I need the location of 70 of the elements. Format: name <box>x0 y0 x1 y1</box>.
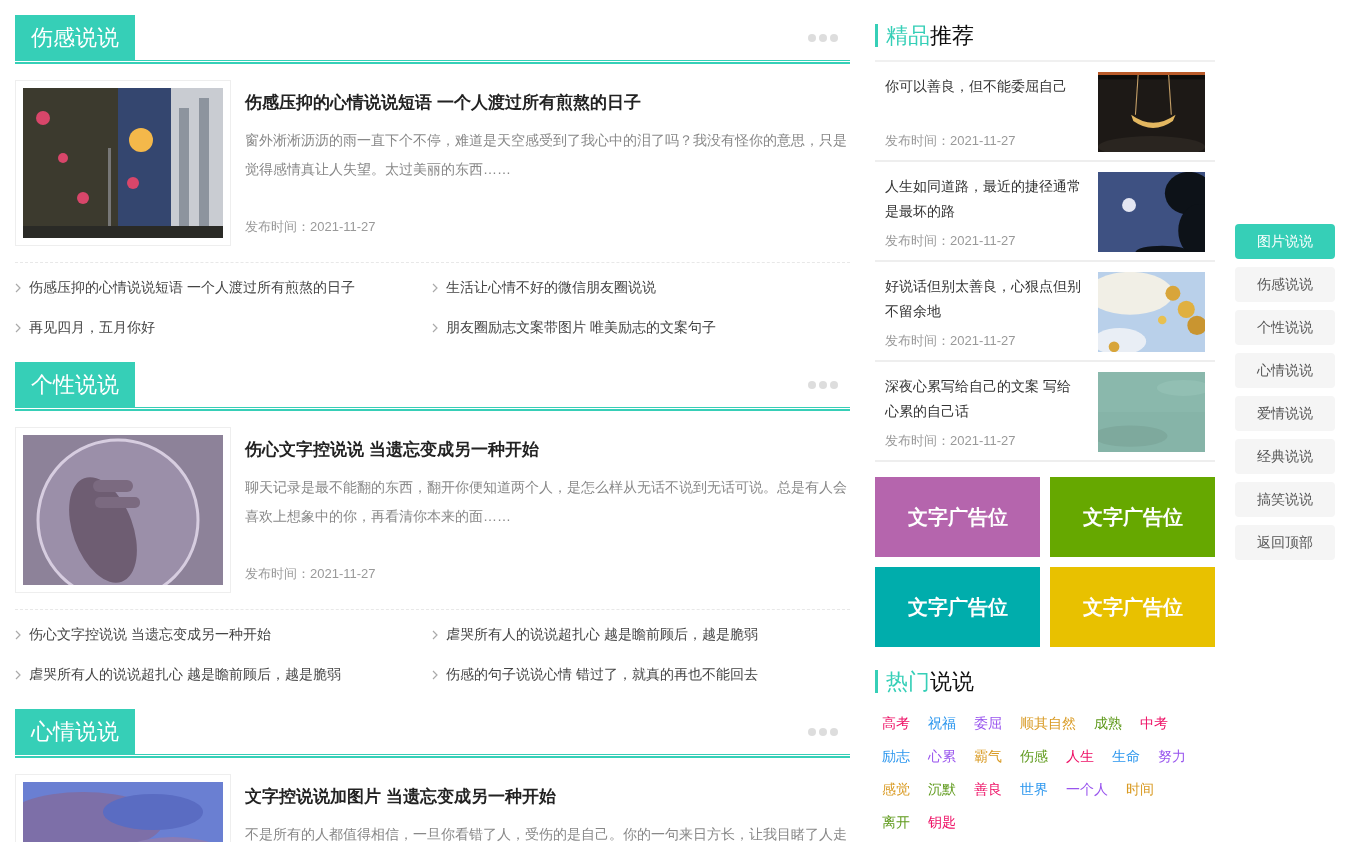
article-link[interactable]: 虐哭所有人的说说超扎心 越是瞻前顾后，越是脆弱 <box>29 666 341 684</box>
article-link[interactable]: 再见四月，五月你好 <box>29 319 155 337</box>
tag-link[interactable]: 成熟 <box>1094 707 1122 740</box>
chevron-icon <box>432 283 438 293</box>
tag-link[interactable]: 世界 <box>1020 773 1048 806</box>
tag-link[interactable]: 一个人 <box>1066 773 1108 806</box>
tag-link[interactable]: 努力 <box>1158 740 1186 773</box>
tag-link[interactable]: 励志 <box>882 740 910 773</box>
thumbnail-frame[interactable] <box>15 80 231 246</box>
tag-link[interactable]: 心累 <box>928 740 956 773</box>
article-link[interactable]: 朋友圈励志文案带图片 唯美励志的文案句子 <box>446 319 716 337</box>
publish-date: 发布时间：2021-11-27 <box>885 432 1017 450</box>
thumbnail-frame[interactable] <box>15 427 231 593</box>
tag-link[interactable]: 感觉 <box>882 773 910 806</box>
tag-link[interactable]: 生命 <box>1112 740 1140 773</box>
article-title[interactable]: 伤心文字控说说 当遗忘变成另一种开始 <box>245 439 850 461</box>
article-link[interactable]: 伤感的句子说说心情 错过了，就真的再也不能回去 <box>446 666 758 684</box>
tag-link[interactable]: 高考 <box>882 707 910 740</box>
tag-link[interactable]: 善良 <box>974 773 1002 806</box>
publish-date: 发布时间：2021-11-27 <box>245 218 377 236</box>
chevron-icon <box>15 323 21 333</box>
article-title[interactable]: 你可以善良，但不能委屈自己 <box>885 74 1081 99</box>
article-link[interactable]: 生活让心情不好的微信朋友圈说说 <box>446 279 656 297</box>
tag-link[interactable]: 委屈 <box>974 707 1002 740</box>
chevron-icon <box>15 670 21 680</box>
tag-link[interactable]: 祝福 <box>928 707 956 740</box>
tag-link[interactable]: 沉默 <box>928 773 956 806</box>
article-link[interactable]: 虐哭所有人的说说超扎心 越是瞻前顾后，越是脆弱 <box>446 626 758 644</box>
tag-link[interactable]: 中考 <box>1140 707 1168 740</box>
chevron-icon <box>432 670 438 680</box>
publish-date: 发布时间：2021-11-27 <box>885 132 1017 150</box>
article-excerpt: 不是所有的人都值得相信，一旦你看错了人，受伤的是自己。你的一句来日方长，让我目睹了人走 <box>245 825 848 842</box>
chevron-icon <box>15 283 21 293</box>
nav-button[interactable]: 经典说说 <box>1235 439 1335 474</box>
tag-link[interactable]: 霸气 <box>974 740 1002 773</box>
article-excerpt: 窗外淅淅沥沥的雨一直下个不停，难道是天空感受到了我心中的泪了吗？我没有怪你的意思，只是觉得感情真让人失望。太过美丽的东西…… <box>245 131 848 179</box>
nav-button[interactable]: 返回顶部 <box>1235 525 1335 560</box>
nav-button[interactable]: 伤感说说 <box>1235 267 1335 302</box>
publish-date: 发布时间：2021-11-27 <box>885 332 1017 350</box>
ad-banner[interactable]: 文字广告位 <box>875 567 1040 647</box>
article-title[interactable]: 深夜心累写给自己的文案 写给心累的自己话 <box>885 374 1081 424</box>
chevron-icon <box>432 630 438 640</box>
nav-button[interactable]: 搞笑说说 <box>1235 482 1335 517</box>
article-link[interactable]: 伤心文字控说说 当遗忘变成另一种开始 <box>29 626 271 644</box>
section-title: 个性说说 <box>15 362 135 407</box>
nav-button[interactable]: 心情说说 <box>1235 353 1335 388</box>
ad-banner[interactable]: 文字广告位 <box>875 477 1040 557</box>
section-title: 伤感说说 <box>15 15 135 60</box>
chevron-icon <box>432 323 438 333</box>
tag-link[interactable]: 离开 <box>882 806 910 839</box>
section-title: 心情说说 <box>15 709 135 754</box>
tag-link[interactable]: 人生 <box>1066 740 1094 773</box>
ad-banner[interactable]: 文字广告位 <box>1050 477 1215 557</box>
tag-link[interactable]: 钥匙 <box>928 806 956 839</box>
tag-link[interactable]: 时间 <box>1126 773 1154 806</box>
panel-heading: 热门说说 <box>875 670 1215 693</box>
tag-link[interactable]: 顺其自然 <box>1020 707 1076 740</box>
article-excerpt: 聊天记录是最不能翻的东西，翻开你便知道两个人，是怎么样从无话不说到无话可说。总是有人会喜欢上想象中的你，再看清你本来的面…… <box>245 478 848 526</box>
publish-date: 发布时间：2021-11-27 <box>245 565 377 583</box>
nav-button[interactable]: 个性说说 <box>1235 310 1335 345</box>
panel-heading: 精品推荐 <box>875 24 1215 47</box>
article-title[interactable]: 文字控说说加图片 当遗忘变成另一种开始 <box>245 786 850 808</box>
nav-button[interactable]: 爱情说说 <box>1235 396 1335 431</box>
tag-link[interactable]: 伤感 <box>1020 740 1048 773</box>
article-link[interactable]: 伤感压抑的心情说说短语 一个人渡过所有煎熬的日子 <box>29 279 355 297</box>
article-title[interactable]: 好说话但别太善良，心狠点但别不留余地 <box>885 274 1081 324</box>
article-title[interactable]: 伤感压抑的心情说说短语 一个人渡过所有煎熬的日子 <box>245 92 850 114</box>
publish-date: 发布时间：2021-11-27 <box>885 232 1017 250</box>
article-title[interactable]: 人生如同道路，最近的捷径通常是最坏的路 <box>885 174 1081 224</box>
chevron-icon <box>15 630 21 640</box>
